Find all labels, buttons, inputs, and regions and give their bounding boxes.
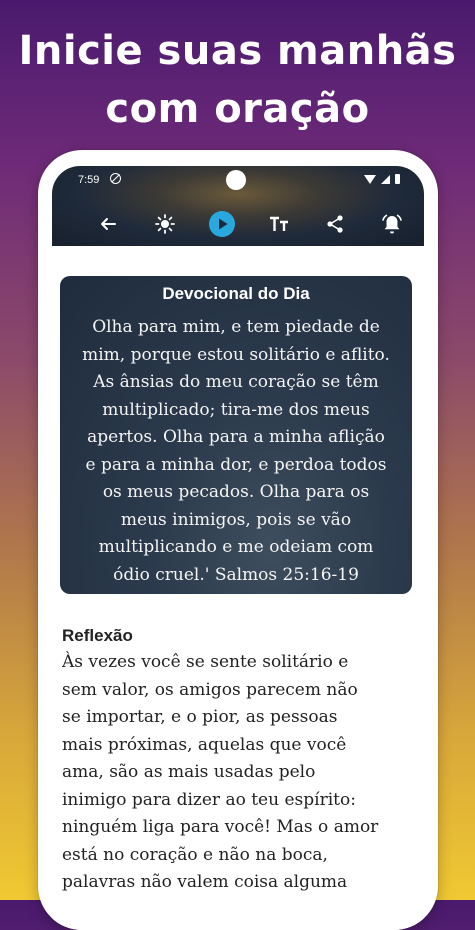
devotional-card: Devocional do Dia Olha para mim, e tem p… bbox=[60, 276, 412, 594]
battery-icon bbox=[395, 174, 400, 184]
reflection-line: se importar, e o pior, as pessoas bbox=[62, 707, 338, 727]
reflection-line: sem valor, os amigos parecem não bbox=[62, 679, 358, 700]
devotional-title: Devocional do Dia bbox=[162, 284, 310, 303]
verse-line: apertos. Olha para a minha aflição bbox=[87, 427, 385, 447]
reflection-line: mais próximas, aquelas que você bbox=[62, 734, 347, 755]
promo-headline: Inicie suas manhãs com oração bbox=[0, 22, 475, 138]
headline-line-2: com oração bbox=[105, 86, 370, 132]
reflection-line: palavras não valem coisa alguma bbox=[62, 872, 348, 892]
reflection-line: inimigo para dizer ao teu espírito: bbox=[62, 789, 356, 810]
verse-line: multiplicado; tira-me dos meus bbox=[102, 399, 370, 420]
headline-line-1: Inicie suas manhãs bbox=[18, 28, 457, 74]
header-banner: 7:59 bbox=[52, 166, 424, 246]
play-icon[interactable] bbox=[208, 210, 236, 238]
system-icons bbox=[364, 174, 400, 184]
share-icon[interactable] bbox=[321, 210, 349, 238]
verse-line: mim, porque estou solitário e aflito. bbox=[82, 344, 390, 365]
status-bar: 7:59 bbox=[52, 166, 424, 192]
alarm-icon[interactable] bbox=[378, 210, 406, 238]
reflection-line: Às vezes você se sente solitário e bbox=[62, 652, 349, 672]
reflection-text: Às vezes você se sente solitário e sem v… bbox=[62, 649, 418, 897]
verse-line: meus inimigos, pois se vão bbox=[120, 509, 352, 530]
verse-line: e para a minha dor, e perdoa todos bbox=[85, 454, 387, 475]
phone-frame: 7:59 Devocional do Dia Olha para mim, e … bbox=[38, 150, 438, 930]
reflection-line: está no coração e não na boca, bbox=[62, 844, 328, 865]
reflection-line: ninguém liga para você! Mas o amor bbox=[62, 817, 379, 837]
devotional-content: Devocional do Dia Olha para mim, e tem p… bbox=[52, 246, 424, 930]
toolbar bbox=[52, 206, 424, 242]
signal-icon bbox=[381, 174, 390, 184]
verse-line: ódio cruel.' Salmos 25:16-19 bbox=[113, 564, 359, 585]
reflection-title: Reflexão bbox=[62, 626, 133, 645]
verse-line: Olha para mim, e tem piedade de bbox=[92, 317, 380, 337]
verse-line: os meus pecados. Olha para os bbox=[102, 482, 370, 502]
brightness-icon[interactable] bbox=[151, 210, 179, 238]
reflection-line: ama, são as mais usadas pelo bbox=[62, 762, 316, 782]
status-time: 7:59 bbox=[78, 174, 100, 186]
wifi-icon bbox=[364, 174, 376, 184]
do-not-disturb-icon bbox=[110, 173, 121, 184]
text-size-icon[interactable] bbox=[265, 210, 293, 238]
phone-screen: 7:59 Devocional do Dia Olha para mim, e … bbox=[52, 166, 424, 930]
back-arrow-icon[interactable] bbox=[94, 210, 122, 238]
verse-line: multiplicando e me odeiam com bbox=[98, 537, 374, 557]
verse-line: As ânsias do meu coração se têm bbox=[93, 372, 379, 392]
devotional-verse: Olha para mim, e tem piedade de mim, por… bbox=[72, 314, 400, 589]
front-camera bbox=[226, 170, 246, 190]
